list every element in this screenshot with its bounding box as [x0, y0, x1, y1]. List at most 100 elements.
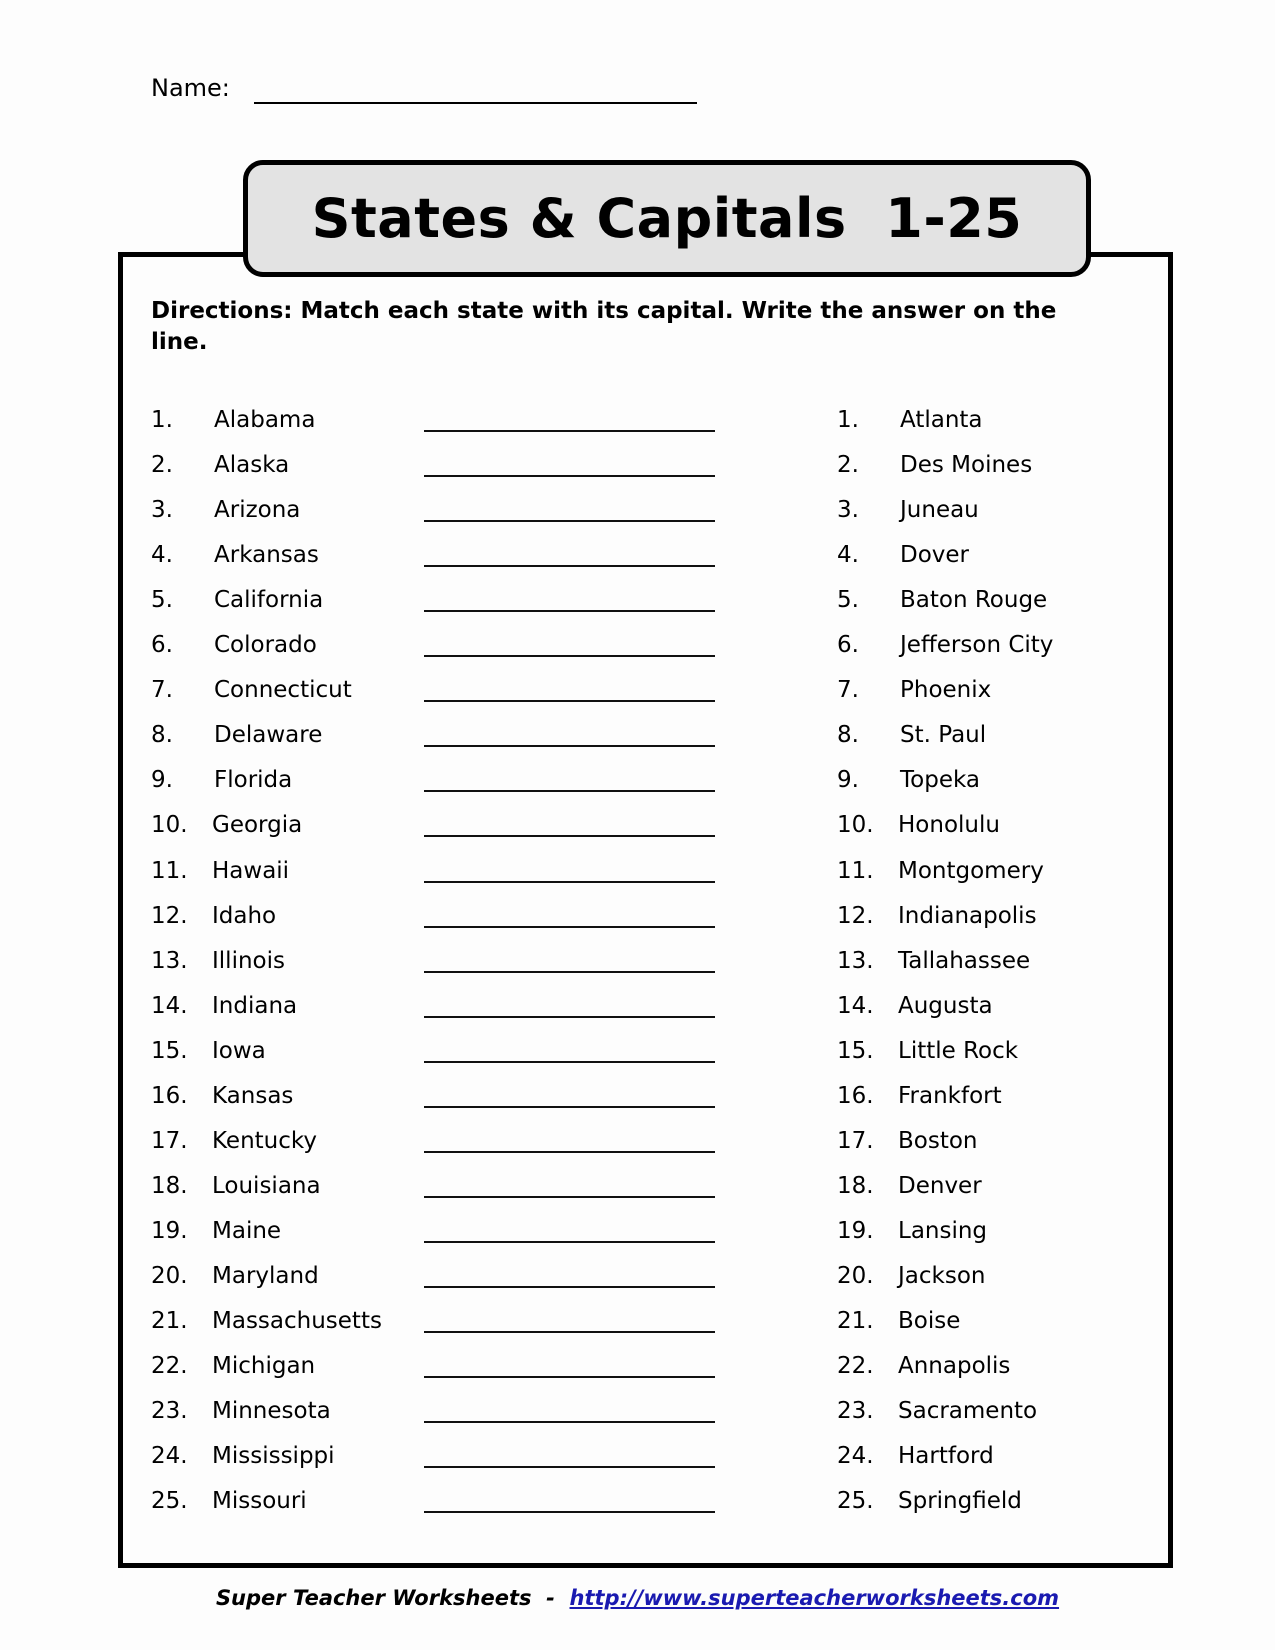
- capital-name: Lansing: [898, 1217, 988, 1244]
- capital-name: Annapolis: [898, 1353, 1011, 1380]
- capital-name: Dover: [900, 542, 969, 569]
- answer-line[interactable]: [424, 1421, 715, 1424]
- state-number: 14.: [151, 992, 188, 1019]
- state-number: 6.: [151, 632, 173, 659]
- state-name: Arizona: [214, 497, 301, 524]
- capital-number: 10.: [837, 812, 874, 839]
- capital-name: Topeka: [900, 767, 980, 794]
- capital-number: 14.: [837, 992, 874, 1019]
- capital-name: Augusta: [898, 992, 993, 1019]
- answer-line[interactable]: [424, 1060, 715, 1063]
- state-number: 20.: [151, 1262, 188, 1289]
- answer-line[interactable]: [424, 835, 715, 838]
- answer-line[interactable]: [424, 970, 715, 973]
- footer-brand: Super Teacher Worksheets: [215, 1586, 532, 1610]
- answer-line[interactable]: [424, 1105, 715, 1108]
- capital-number: 1.: [837, 407, 859, 433]
- answer-line[interactable]: [424, 1195, 715, 1198]
- capital-name: Little Rock: [898, 1037, 1019, 1064]
- state-name: Arkansas: [214, 542, 319, 569]
- state-name: Alabama: [214, 407, 316, 433]
- state-number: 2.: [151, 452, 173, 479]
- capital-name: Indianapolis: [898, 902, 1037, 929]
- answer-line[interactable]: [424, 565, 715, 568]
- answer-line[interactable]: [424, 700, 715, 703]
- capital-number: 17.: [837, 1127, 874, 1154]
- capital-name: Juneau: [900, 497, 979, 524]
- capital-number: 12.: [837, 902, 874, 929]
- answer-line[interactable]: [424, 745, 715, 748]
- state-number: 9.: [151, 767, 173, 794]
- answer-line[interactable]: [424, 1285, 715, 1288]
- answer-line[interactable]: [424, 1511, 715, 1514]
- answer-line[interactable]: [424, 1150, 715, 1153]
- page-title: States & Capitals 1-25: [311, 187, 1023, 250]
- state-name: Michigan: [212, 1353, 316, 1380]
- state-number: 15.: [151, 1037, 188, 1064]
- capital-name: Denver: [898, 1172, 982, 1199]
- capital-number: 19.: [837, 1217, 874, 1244]
- capital-name: Boston: [898, 1127, 978, 1154]
- answer-line[interactable]: [424, 1240, 715, 1243]
- capital-number: 2.: [837, 452, 859, 479]
- answer-line[interactable]: [424, 925, 715, 928]
- state-name: Missouri: [212, 1488, 307, 1515]
- footer-separator: -: [531, 1586, 570, 1610]
- state-name: Louisiana: [212, 1172, 321, 1199]
- answer-line[interactable]: [424, 520, 715, 523]
- state-name: Indiana: [212, 992, 298, 1019]
- title-box: States & Capitals 1-25: [243, 160, 1091, 277]
- state-number: 4.: [151, 542, 173, 569]
- state-name: Illinois: [212, 947, 285, 974]
- state-number: 1.: [151, 407, 173, 433]
- state-number: 24.: [151, 1443, 188, 1470]
- capital-name: Des Moines: [900, 452, 1033, 479]
- answer-line[interactable]: [424, 475, 715, 478]
- capital-number: 15.: [837, 1037, 874, 1064]
- state-name: Hawaii: [212, 857, 290, 884]
- state-name: Florida: [214, 767, 293, 794]
- capital-name: Jackson: [898, 1262, 986, 1289]
- capital-name: Phoenix: [900, 677, 992, 704]
- answer-line[interactable]: [424, 880, 715, 883]
- answer-line[interactable]: [424, 1376, 715, 1379]
- capital-name: Frankfort: [898, 1082, 1002, 1109]
- capital-number: 18.: [837, 1172, 874, 1199]
- capital-number: 21.: [837, 1308, 874, 1334]
- state-number: 21.: [151, 1308, 188, 1334]
- capital-number: 22.: [837, 1353, 874, 1380]
- footer-link[interactable]: http://www.superteacherworksheets.com: [570, 1586, 1060, 1610]
- capital-number: 6.: [837, 632, 859, 659]
- state-number: 12.: [151, 902, 188, 929]
- state-name: Massachusetts: [212, 1308, 382, 1334]
- answer-line[interactable]: [424, 655, 715, 658]
- capital-number: 3.: [837, 497, 859, 524]
- state-name: Connecticut: [214, 677, 352, 704]
- state-number: 16.: [151, 1082, 188, 1109]
- state-number: 11.: [151, 857, 188, 884]
- name-field-line[interactable]: [254, 102, 697, 104]
- capital-number: 24.: [837, 1443, 874, 1470]
- state-number: 8.: [151, 722, 173, 749]
- answer-line[interactable]: [424, 1331, 715, 1333]
- state-name: Kentucky: [212, 1127, 318, 1154]
- footer: Super Teacher Worksheets - http://www.su…: [0, 1586, 1275, 1610]
- state-name: Idaho: [212, 902, 277, 929]
- state-number: 25.: [151, 1488, 188, 1515]
- state-name: Kansas: [212, 1082, 294, 1109]
- state-name: Georgia: [212, 812, 303, 839]
- capital-number: 20.: [837, 1262, 874, 1289]
- answer-line[interactable]: [424, 1466, 715, 1469]
- answer-line[interactable]: [424, 790, 715, 793]
- capital-name: Jefferson City: [900, 632, 1054, 659]
- state-name: Colorado: [214, 632, 317, 659]
- capital-number: 23.: [837, 1398, 874, 1425]
- answer-line[interactable]: [424, 1015, 715, 1018]
- answer-line[interactable]: [424, 430, 715, 432]
- state-name: Alaska: [214, 452, 290, 479]
- capital-number: 13.: [837, 947, 874, 974]
- name-label: Name:: [151, 74, 230, 102]
- answer-line[interactable]: [424, 610, 715, 613]
- state-number: 19.: [151, 1217, 188, 1244]
- capital-name: Atlanta: [900, 407, 983, 433]
